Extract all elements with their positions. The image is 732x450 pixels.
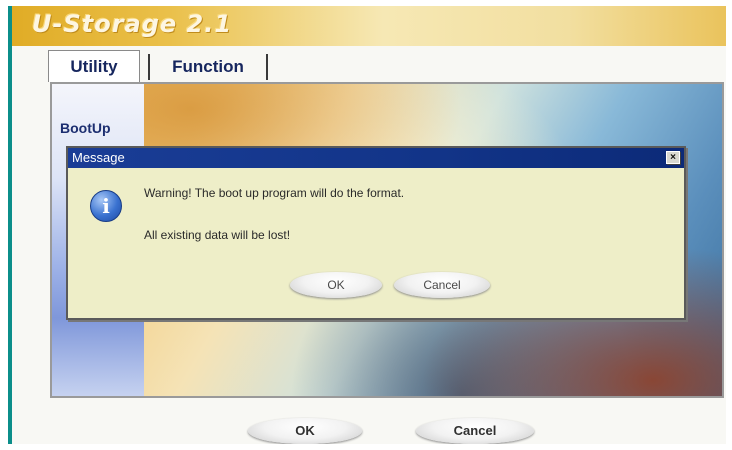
tab-function[interactable]: Function	[148, 54, 268, 80]
dialog-message-data-loss: All existing data will be lost!	[144, 228, 291, 242]
tab-utility[interactable]: Utility	[48, 50, 140, 82]
sidebar-item-bootup[interactable]: BootUp	[60, 120, 111, 136]
dialog-title: Message	[72, 150, 125, 165]
dialog-message-warning: Warning! The boot up program will do the…	[144, 186, 405, 200]
close-icon[interactable]: ×	[666, 151, 680, 164]
dialog-title-bar: Message ×	[68, 148, 684, 168]
app-title: U-Storage 2.1	[32, 10, 233, 38]
cancel-button[interactable]: Cancel	[416, 418, 534, 444]
dialog-ok-button[interactable]: OK	[290, 272, 382, 298]
info-icon: i	[90, 190, 122, 222]
app-title-bar: U-Storage 2.1	[12, 6, 726, 46]
message-dialog: Message × i Warning! The boot up program…	[66, 146, 686, 320]
dialog-cancel-button[interactable]: Cancel	[394, 272, 490, 298]
ok-button[interactable]: OK	[248, 418, 362, 444]
